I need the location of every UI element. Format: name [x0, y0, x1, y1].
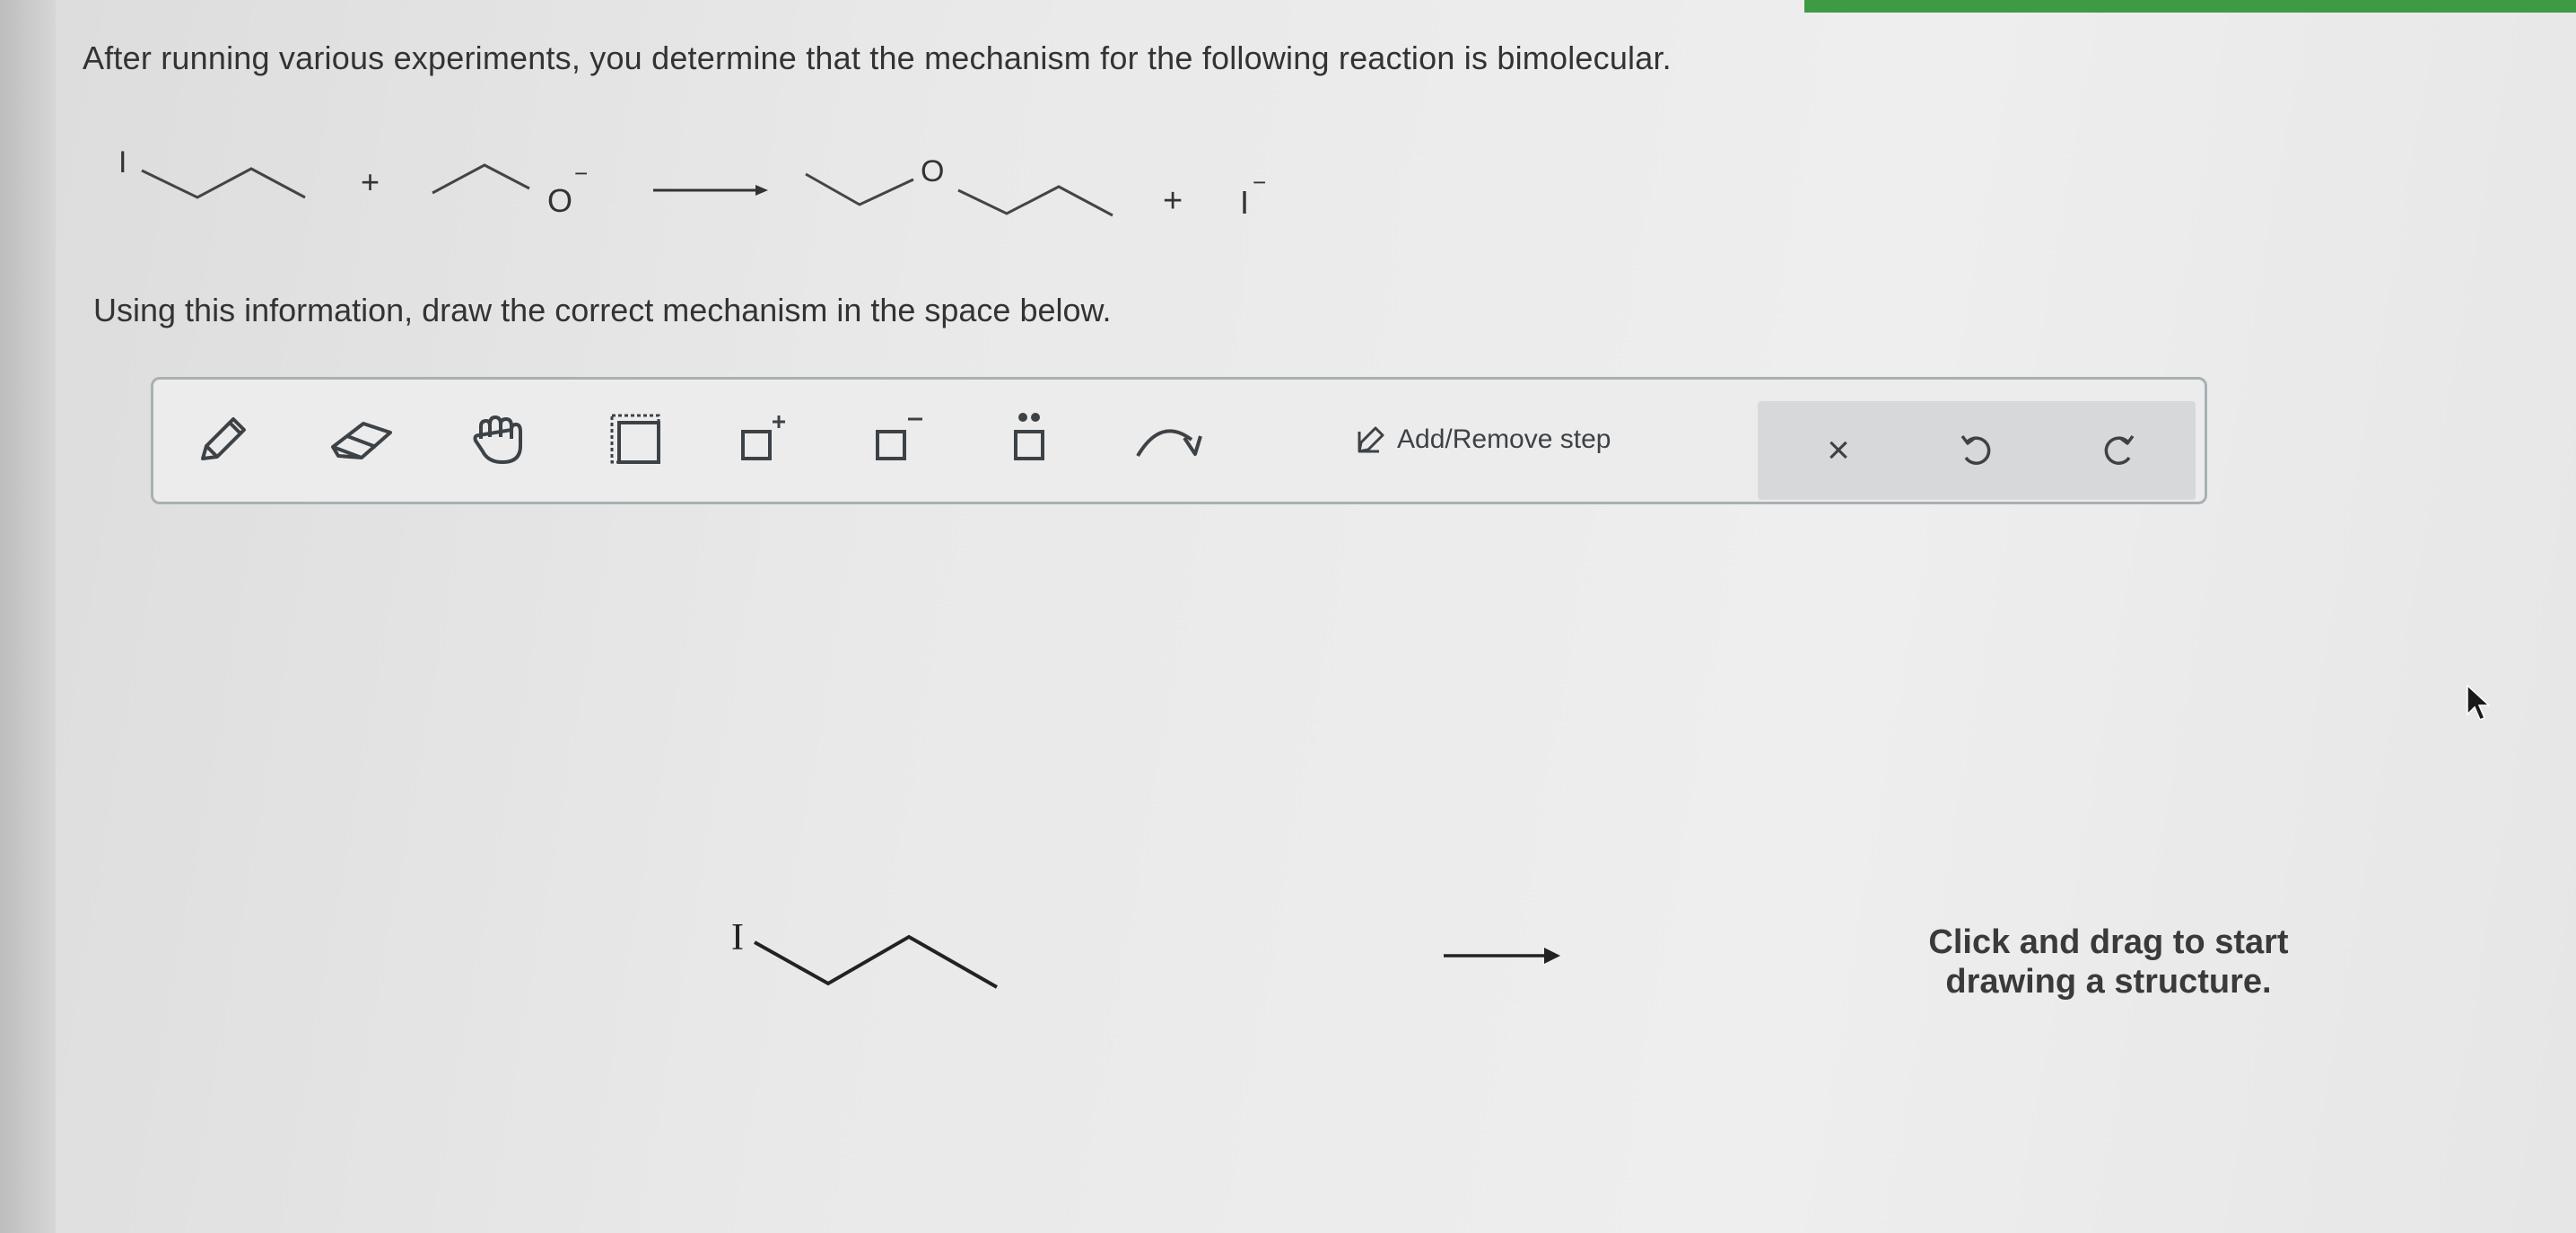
product-chain-left [805, 172, 914, 206]
screen-edge [0, 0, 56, 1233]
lone-pair-icon [1014, 413, 1044, 460]
pencil-icon [201, 417, 246, 460]
reactant2-chain [432, 163, 530, 195]
selection-tool[interactable] [591, 399, 681, 480]
drawing-toolbar: Add/Remove step × [151, 377, 2207, 504]
pencil-tool[interactable] [177, 399, 266, 480]
plus-sign-1: + [361, 163, 380, 200]
negative-charge-tool[interactable] [853, 399, 943, 480]
redo-button[interactable] [2074, 410, 2163, 491]
positive-charge-tool[interactable] [719, 399, 808, 480]
canvas-iodine-label: I [731, 917, 744, 958]
redo-icon [2104, 434, 2135, 465]
product-chain-right [957, 185, 1113, 217]
reactant1-iodine: I [118, 145, 127, 179]
hand-icon [473, 415, 522, 464]
clear-button[interactable]: × [1794, 410, 1883, 491]
product-oxygen: O [921, 154, 944, 188]
history-controls: × [1758, 401, 2196, 500]
reactant2-oxygen: O [547, 182, 572, 219]
undo-icon [1960, 434, 1991, 465]
instruction-text: Using this information, draw the correct… [93, 292, 1112, 328]
reactant1-chain [141, 167, 306, 199]
negative-charge-icon [876, 417, 922, 460]
add-remove-step-button[interactable]: Add/Remove step [1356, 399, 1611, 480]
reactant2-charge: − [574, 160, 588, 187]
positive-charge-icon [741, 415, 785, 460]
canvas-propyl-chain [754, 934, 998, 989]
undo-button[interactable] [1932, 410, 2022, 491]
eraser-tool[interactable] [317, 399, 406, 480]
canvas-reaction-arrow[interactable] [1440, 942, 1566, 969]
iodide-ion: I [1240, 184, 1249, 221]
canvas-hint-line2: drawing a structure. [1945, 963, 2272, 1001]
eraser-icon [331, 422, 392, 459]
canvas-starting-structure[interactable]: I [722, 906, 1009, 1005]
curved-arrow-tool[interactable] [1124, 399, 1214, 480]
hand-tool[interactable] [453, 399, 543, 480]
top-accent-bar [1804, 0, 2576, 13]
reaction-scheme: I + O − O + I − [118, 145, 1266, 221]
plus-sign-2: + [1163, 182, 1183, 220]
add-remove-step-label: Add/Remove step [1397, 424, 1611, 454]
selection-icon [610, 414, 660, 464]
close-icon: × [1827, 428, 1850, 472]
mouse-cursor-icon [2467, 684, 2491, 721]
canvas-hint-line1: Click and drag to start [1928, 923, 2289, 961]
question-prompt: After running various experiments, you d… [83, 39, 1672, 76]
lone-pair-tool[interactable] [984, 399, 1074, 480]
curved-arrow-icon [1136, 429, 1202, 458]
iodide-charge: − [1253, 169, 1266, 196]
edit-icon [1358, 426, 1384, 453]
canvas-hint[interactable]: Click and drag to start drawing a struct… [1848, 923, 2369, 1001]
